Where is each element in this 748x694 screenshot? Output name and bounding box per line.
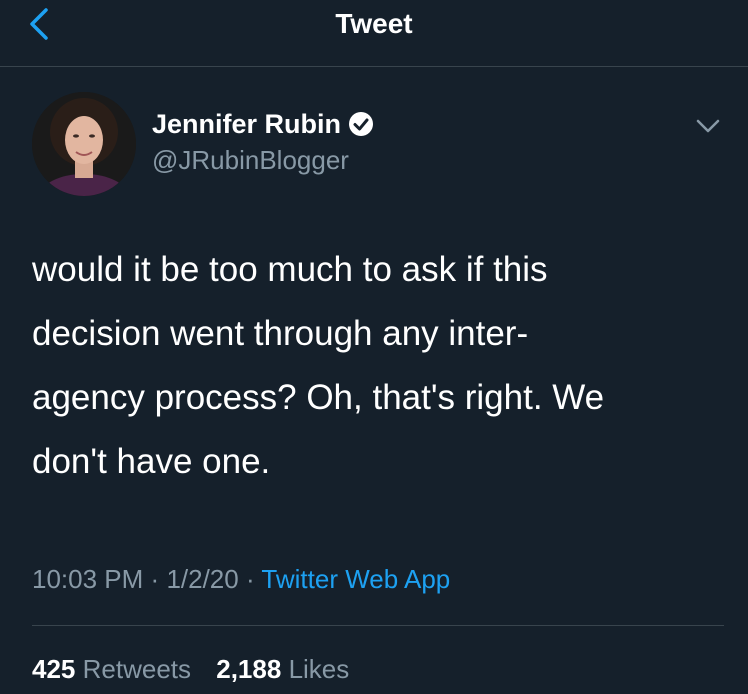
avatar[interactable] (32, 92, 136, 196)
meta-separator: · (245, 564, 255, 594)
retweets-count: 425 (32, 654, 76, 684)
tweet-meta: 10:03 PM · 1/2/20 · Twitter Web App (32, 560, 450, 598)
avatar-image (32, 92, 136, 196)
likes-label: Likes (288, 654, 350, 684)
tweet-date: 1/2/20 (166, 564, 239, 594)
retweets-label: Retweets (82, 654, 192, 684)
tweet-time: 10:03 PM (32, 564, 144, 594)
tweet-stats: 425 Retweets 2,188 Likes (32, 650, 367, 688)
more-options-button[interactable] (694, 116, 722, 136)
retweets-stat[interactable]: 425 Retweets (32, 650, 191, 688)
author-name[interactable]: Jennifer Rubin (152, 108, 341, 140)
author-handle[interactable]: @JRubinBlogger (152, 144, 375, 176)
tweet-text: would it be too much to ask if this deci… (32, 250, 605, 481)
divider (32, 625, 724, 626)
likes-stat[interactable]: 2,188 Likes (216, 650, 349, 688)
verified-badge-icon (349, 112, 374, 136)
top-bar: Tweet (0, 0, 748, 67)
meta-separator: · (150, 564, 160, 594)
chevron-down-icon (696, 119, 720, 133)
likes-count: 2,188 (216, 654, 282, 684)
author-block[interactable]: Jennifer Rubin @JRubinBlogger (152, 108, 375, 176)
page-title: Tweet (335, 8, 413, 39)
tweet-source-link[interactable]: Twitter Web App (261, 564, 450, 594)
